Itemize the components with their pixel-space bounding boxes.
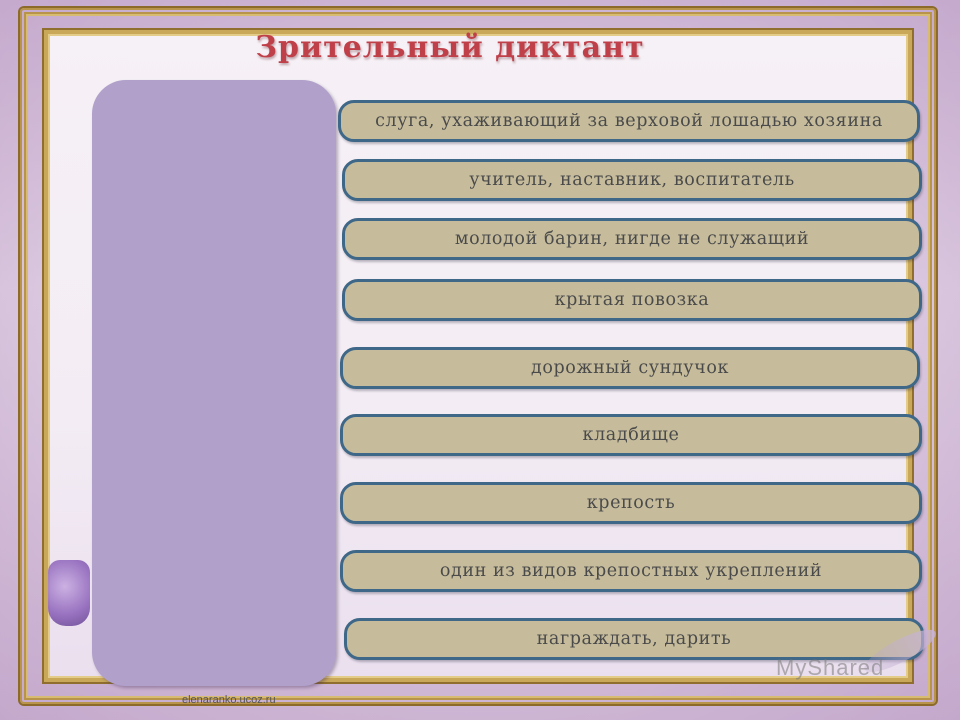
definition-item-4[interactable]: крытая повозка bbox=[342, 279, 922, 321]
ink-bottle-icon bbox=[48, 560, 90, 626]
slide-title: Зрительный диктант bbox=[255, 30, 645, 65]
definition-item-8[interactable]: один из видов крепостных укреплений bbox=[340, 550, 922, 592]
definition-item-1[interactable]: слуга, ухаживающий за верховой лошадью х… bbox=[338, 100, 920, 142]
definition-item-2[interactable]: учитель, наставник, воспитатель bbox=[342, 159, 922, 201]
myshared-watermark: MyShared bbox=[776, 655, 885, 680]
site-watermark: elenaranko.ucoz.ru bbox=[182, 694, 276, 706]
definition-item-7[interactable]: крепость bbox=[340, 482, 922, 524]
definition-item-3[interactable]: молодой барин, нигде не служащий bbox=[342, 218, 922, 260]
definition-item-9[interactable]: награждать, дарить bbox=[344, 618, 924, 660]
answer-panel[interactable] bbox=[92, 80, 336, 686]
definition-item-6[interactable]: кладбище bbox=[340, 414, 922, 456]
definition-item-5[interactable]: дорожный сундучок bbox=[340, 347, 920, 389]
